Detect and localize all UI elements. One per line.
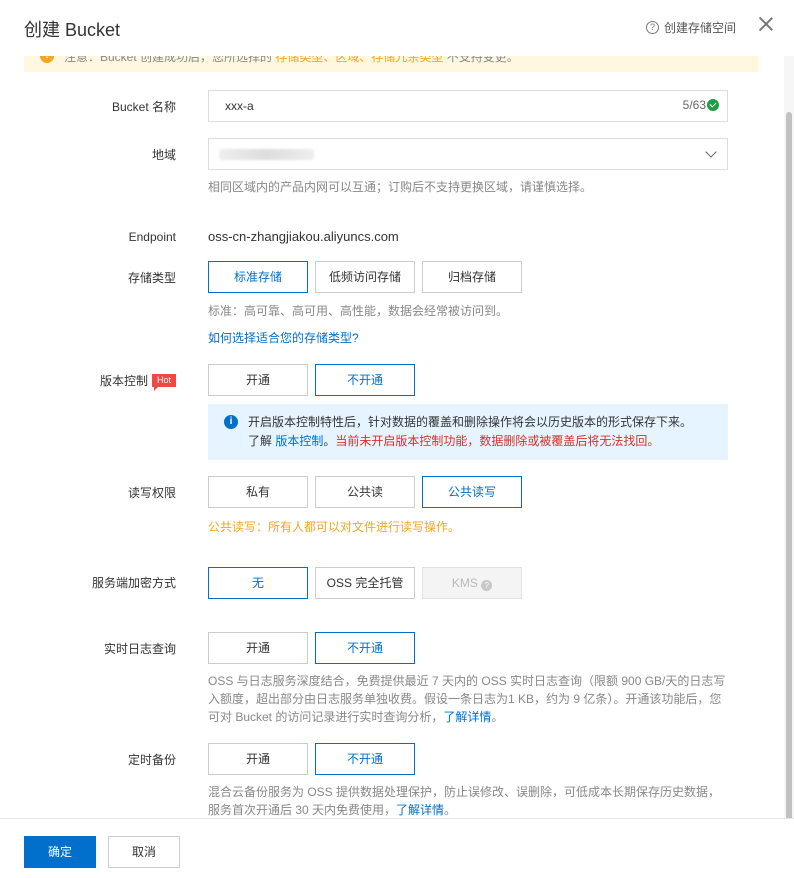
realtime-log-desc-end: 。 [491, 710, 504, 724]
storage-class-hint: 标准：高可靠、高可用、高性能，数据会经常被访问到。 [208, 304, 509, 318]
endpoint-label: Endpoint [128, 230, 176, 244]
acl-label: 读写权限 [127, 486, 176, 500]
backup-desc: 混合云备份服务为 OSS 提供数据处理保护，防止误修改、误删除，可低成本长期保存… [208, 783, 720, 818]
check-circle-icon [707, 99, 719, 111]
storage-class-label: 存储类型 [127, 271, 176, 285]
acl-private[interactable]: 私有 [208, 476, 308, 508]
notice-text: 注意：Bucket 创建成功后，您所选择的 [64, 56, 276, 64]
versioning-label: 版本控制 Hot [0, 372, 176, 391]
dialog-title: 创建 Bucket [24, 20, 121, 40]
realtime-log-desc-line2: 入额度，超出部分由日志服务单独收费。假设一条日志为1 KB，约为 9 亿条）。开… [208, 692, 722, 706]
storage-class-help-link[interactable]: 如何选择适合您的存储类型? [208, 329, 359, 347]
question-icon: ? [645, 21, 659, 34]
dialog-footer: 确定 取消 [0, 818, 794, 878]
versioning-doc-link[interactable]: 版本控制 [275, 434, 323, 448]
versioning-label-text: 版本控制 [99, 374, 148, 388]
help-link-label: 创建存储空间 [663, 21, 736, 35]
versioning-enable[interactable]: 开通 [208, 364, 308, 396]
backup-enable[interactable]: 开通 [208, 743, 308, 775]
encryption-none[interactable]: 无 [208, 567, 308, 599]
storage-class-ia[interactable]: 低频访问存储 [315, 261, 415, 293]
scrollbar[interactable] [784, 56, 794, 822]
realtime-log-enable[interactable]: 开通 [208, 632, 308, 664]
versioning-info-box: i 开启版本控制特性后，针对数据的覆盖和删除操作将会以历史版本的形式保存下来。 … [208, 404, 728, 460]
versioning-info-line2: 了解 版本控制。当前未开启版本控制功能，数据删除或被覆盖后将无法找回。 [248, 432, 728, 451]
acl-warning: 公共读写：所有人都可以对文件进行读写操作。 [208, 520, 461, 534]
backup-disable[interactable]: 不开通 [315, 743, 415, 775]
realtime-log-desc-text: 可对 Bucket 的访问记录进行实时查询分析， [208, 710, 444, 724]
bucket-name-value: xxx-a [225, 99, 254, 113]
notice-text-end: 不支持变更。 [443, 56, 519, 64]
close-icon[interactable] [756, 14, 776, 34]
encryption-label: 服务端加密方式 [91, 576, 176, 590]
encryption-oss-managed[interactable]: OSS 完全托管 [315, 567, 415, 599]
endpoint-value: oss-cn-zhangjiakou.aliyuncs.com [208, 229, 399, 244]
backup-desc-text: 服务首次开通后 30 天内免费使用， [208, 803, 397, 817]
scrollbar-thumb[interactable] [786, 112, 792, 822]
region-value-redacted [219, 149, 314, 160]
realtime-log-desc-line1: OSS 与日志服务深度结合，免费提供最近 7 天内的 OSS 实时日志查询（限额… [208, 674, 726, 688]
bucket-name-label: Bucket 名称 [111, 100, 176, 114]
region-hint: 相同区域内的产品内网可以互通；订购后不支持更换区域，请谨慎选择。 [208, 180, 593, 194]
versioning-warning: 当前未开启版本控制功能，数据删除或被覆盖后将无法找回。 [335, 434, 660, 448]
encryption-kms: KMS ? [422, 567, 522, 599]
cancel-button[interactable]: 取消 [108, 836, 180, 868]
backup-learn-more[interactable]: 了解详情 [396, 803, 444, 817]
confirm-button[interactable]: 确定 [24, 836, 96, 868]
info-icon: i [224, 415, 238, 429]
acl-public-read[interactable]: 公共读 [315, 476, 415, 508]
realtime-log-desc-line3: 可对 Bucket 的访问记录进行实时查询分析，了解详情。 [208, 708, 725, 726]
region-label: 地域 [151, 148, 176, 162]
storage-class-standard[interactable]: 标准存储 [208, 261, 308, 293]
realtime-log-learn-more[interactable]: 了解详情 [443, 710, 491, 724]
dialog-body: ! 注意：Bucket 创建成功后，您所选择的 存储类型、区域、存储冗余类型 不… [0, 56, 784, 818]
encryption-kms-label: KMS [451, 576, 478, 590]
char-count: 5/63 [683, 98, 719, 112]
backup-desc-line2: 服务首次开通后 30 天内免费使用，了解详情。 [208, 801, 720, 818]
realtime-log-label: 实时日志查询 [103, 642, 176, 656]
acl-public-read-write[interactable]: 公共读写 [422, 476, 522, 508]
realtime-log-disable[interactable]: 不开通 [315, 632, 415, 664]
backup-desc-line1: 混合云备份服务为 OSS 提供数据处理保护，防止误修改、误删除，可低成本长期保存… [208, 785, 721, 799]
backup-desc-end: 。 [444, 803, 457, 817]
char-count-text: 5/63 [682, 98, 706, 112]
versioning-info-suffix: 。 [323, 434, 336, 448]
versioning-info-prefix: 了解 [248, 434, 276, 448]
realtime-log-desc: OSS 与日志服务深度结合，免费提供最近 7 天内的 OSS 实时日志查询（限额… [208, 672, 725, 726]
storage-class-archive[interactable]: 归档存储 [422, 261, 522, 293]
backup-label: 定时备份 [127, 753, 176, 767]
dialog-header: 创建 Bucket ? 创建存储空间 [0, 0, 794, 56]
region-select[interactable] [208, 138, 728, 170]
notice-banner: ! 注意：Bucket 创建成功后，您所选择的 存储类型、区域、存储冗余类型 不… [24, 56, 759, 72]
notice-highlight: 存储类型、区域、存储冗余类型 [275, 56, 444, 64]
help-link[interactable]: ? 创建存储空间 [645, 19, 736, 36]
warning-icon: ! [40, 56, 54, 63]
question-icon: ? [481, 580, 493, 591]
chevron-down-icon [705, 146, 717, 158]
bucket-name-input[interactable]: xxx-a 5/63 [208, 90, 728, 122]
hot-badge: Hot [151, 374, 176, 391]
versioning-info-line1: 开启版本控制特性后，针对数据的覆盖和删除操作将会以历史版本的形式保存下来。 [248, 415, 693, 429]
versioning-disable[interactable]: 不开通 [315, 364, 415, 396]
